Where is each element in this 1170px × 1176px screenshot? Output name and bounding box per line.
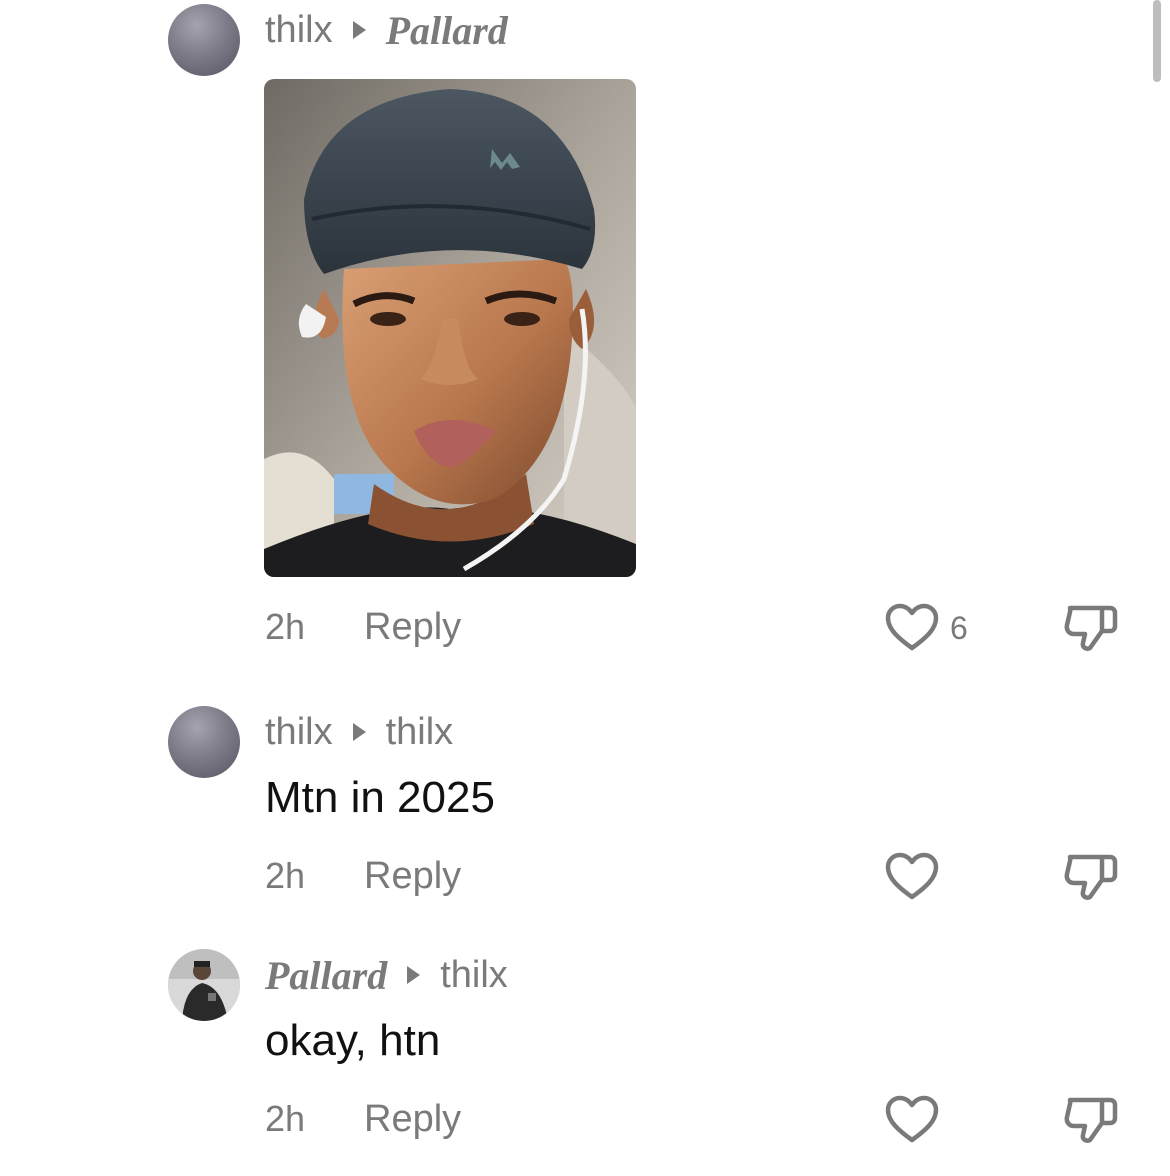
reply-to-name[interactable]: thilx — [440, 954, 508, 997]
comment-text: okay, htn — [265, 1016, 441, 1065]
avatar[interactable] — [168, 706, 240, 778]
thumbs-down-outline-icon[interactable] — [1062, 598, 1120, 656]
comment-time: 2h — [265, 606, 306, 647]
reply-button[interactable]: Reply — [364, 854, 461, 898]
comment-text: Mtn in 2025 — [265, 773, 495, 822]
comment-header: thilx Pallard — [265, 5, 508, 55]
author-name[interactable]: thilx — [265, 711, 333, 754]
caret-right-icon — [352, 21, 366, 39]
caret-right-icon — [352, 723, 366, 741]
caret-right-icon — [407, 966, 421, 984]
author-name[interactable]: thilx — [265, 9, 333, 52]
scrollbar[interactable] — [1153, 0, 1161, 82]
thumbs-down-outline-icon[interactable] — [1062, 847, 1120, 905]
comment-time: 2h — [265, 855, 306, 896]
comment-header: Pallard thilx — [265, 950, 508, 1000]
like-count: 6 — [950, 610, 968, 646]
reply-button[interactable]: Reply — [364, 1097, 461, 1141]
reply-to-name[interactable]: thilx — [386, 711, 454, 754]
avatar[interactable] — [168, 949, 240, 1021]
avatar[interactable] — [168, 4, 240, 76]
heart-outline-icon[interactable] — [884, 1094, 940, 1144]
comment-photo[interactable] — [264, 79, 636, 577]
reply-to-name[interactable]: Pallard — [386, 7, 508, 54]
comment-header: thilx thilx — [265, 707, 453, 757]
reply-button[interactable]: Reply — [364, 605, 461, 649]
author-name[interactable]: Pallard — [265, 952, 387, 999]
thumbs-down-outline-icon[interactable] — [1062, 1090, 1120, 1148]
comment-time: 2h — [265, 1098, 306, 1139]
heart-outline-icon[interactable] — [884, 851, 940, 901]
heart-outline-icon[interactable] — [884, 602, 940, 652]
